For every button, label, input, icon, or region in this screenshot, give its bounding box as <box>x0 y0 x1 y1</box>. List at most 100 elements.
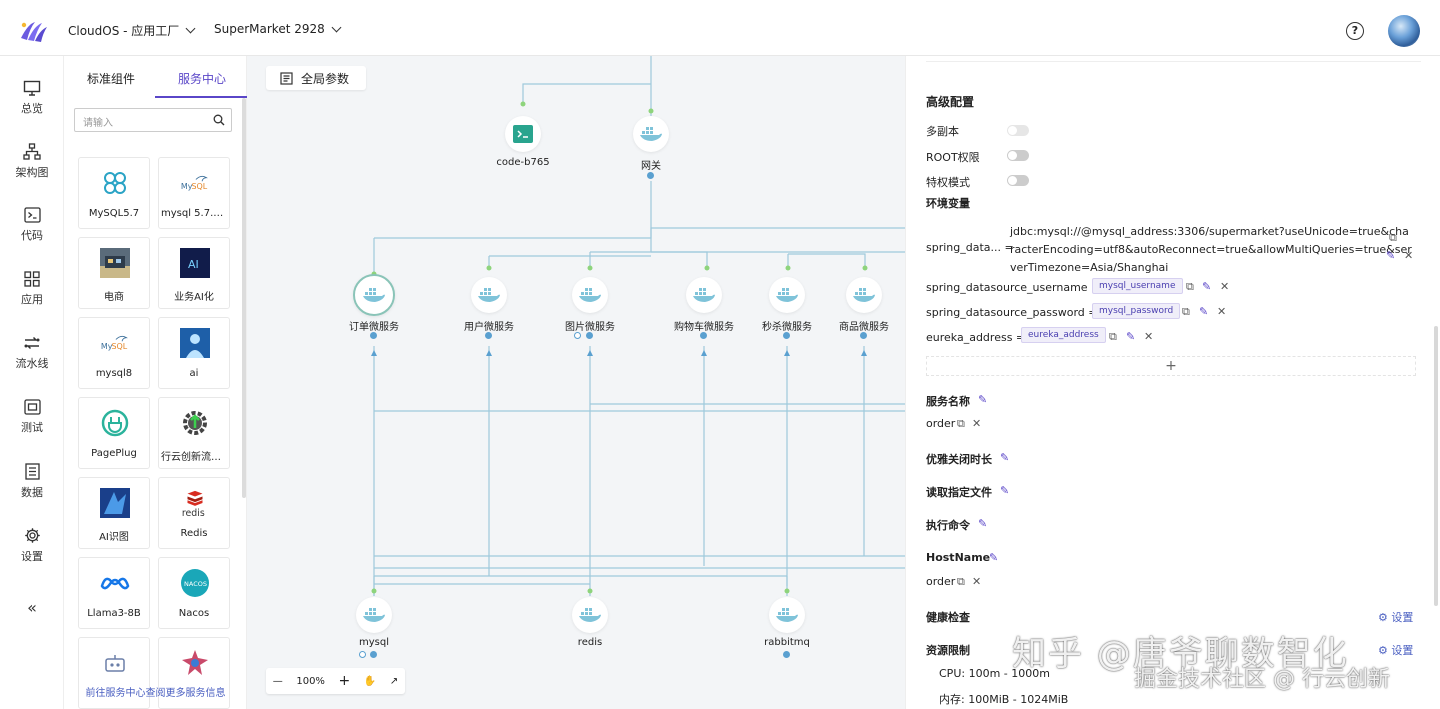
resource-settings-button[interactable]: ⚙ 设置 <box>1378 642 1413 658</box>
service-name-title: 服务名称 <box>926 395 970 408</box>
health-check-settings-button[interactable]: ⚙ 设置 <box>1378 609 1413 625</box>
collapse-icon[interactable]: « <box>0 598 64 617</box>
edit-icon[interactable]: ✎ <box>1199 305 1208 318</box>
draw-path-icon[interactable]: ↗ <box>390 676 398 687</box>
nav-item-data[interactable]: 数据 <box>0 463 64 500</box>
config-scrollbar[interactable] <box>1434 326 1438 606</box>
monitor-icon <box>23 80 41 96</box>
zoom-out-icon[interactable]: — <box>273 676 283 687</box>
service-card-llama[interactable]: Llama3-8B <box>78 557 150 629</box>
node-code[interactable] <box>505 116 541 152</box>
service-card-nacos[interactable]: NACOS Nacos <box>158 557 230 629</box>
zoom-in-icon[interactable]: + <box>339 673 351 689</box>
port-dot[interactable] <box>574 332 581 339</box>
copy-icon[interactable]: ⧉ <box>957 417 965 431</box>
edit-icon[interactable]: ✎ <box>978 517 987 530</box>
panel-scrollbar[interactable] <box>242 98 246 498</box>
docker-icon <box>640 127 662 141</box>
nav-item-apps[interactable]: 应用 <box>0 271 64 307</box>
card-label: ai <box>189 368 199 379</box>
nav-item-overview[interactable]: 总览 <box>0 80 64 116</box>
service-card-mysql8[interactable]: My SQL mysql8 <box>78 317 150 389</box>
search-input[interactable]: 请输入 <box>74 108 232 132</box>
edit-icon[interactable]: ✎ <box>1202 280 1211 293</box>
hand-icon[interactable]: ✋ <box>364 676 376 687</box>
port-dot[interactable] <box>586 332 593 339</box>
multi-replica-toggle[interactable] <box>1007 125 1029 136</box>
service-card-mysql5729[interactable]: MySQL mysql 5.7.29 ... <box>158 157 230 229</box>
close-icon[interactable]: ✕ <box>1220 280 1229 293</box>
project-dropdown[interactable]: SuperMarket 2928 <box>214 22 342 36</box>
nav-item-pipeline[interactable]: 流水线 <box>0 335 64 371</box>
port-dot[interactable] <box>647 172 654 179</box>
node-redis[interactable] <box>572 597 608 633</box>
root-permission-toggle[interactable] <box>1007 150 1029 161</box>
service-card-ai-vision[interactable]: AI识图 <box>78 477 150 549</box>
copy-icon[interactable]: ⧉ <box>1186 280 1194 294</box>
node-gateway[interactable] <box>633 116 669 152</box>
ai-icon: AI <box>180 248 210 278</box>
logo-icon[interactable] <box>18 18 48 44</box>
node-user-service[interactable] <box>471 277 507 313</box>
node-mysql[interactable] <box>356 597 392 633</box>
edit-icon[interactable]: ✎ <box>1126 330 1135 343</box>
service-card-ecommerce[interactable]: 电商 <box>78 237 150 309</box>
close-icon[interactable]: ✕ <box>1217 305 1226 318</box>
node-rabbitmq[interactable] <box>769 597 805 633</box>
nav-item-code[interactable]: 代码 <box>0 207 64 243</box>
port-dot[interactable] <box>783 651 790 658</box>
close-icon[interactable]: ✕ <box>1144 330 1153 343</box>
add-env-button[interactable]: + <box>926 356 1416 376</box>
edit-icon[interactable]: ✎ <box>978 393 987 406</box>
close-icon[interactable]: ✕ <box>972 417 981 430</box>
port-dot[interactable] <box>370 651 377 658</box>
service-card-pageplug[interactable]: PagePlug <box>78 397 150 469</box>
port-dot[interactable] <box>783 332 790 339</box>
close-icon[interactable]: ✕ <box>1404 249 1413 262</box>
card-label: Nacos <box>178 608 210 619</box>
privileged-mode-toggle[interactable] <box>1007 175 1029 186</box>
card-label: mysql 5.7.29 ... <box>161 208 227 219</box>
port-dot[interactable] <box>485 332 492 339</box>
architecture-canvas[interactable]: 全局参数 code-b765 网关 订单微服务 用户微服务 图片微服务 购物车微… <box>247 56 905 709</box>
nav-item-test[interactable]: 测试 <box>0 399 64 435</box>
service-card-ai[interactable]: ai <box>158 317 230 389</box>
nav-item-settings[interactable]: 设置 <box>0 527 64 564</box>
tab-service-center[interactable]: 服务中心 <box>178 70 226 87</box>
nav-item-architecture[interactable]: 架构图 <box>0 143 64 180</box>
port-dot[interactable] <box>860 332 867 339</box>
copy-icon[interactable]: ⧉ <box>1389 231 1397 245</box>
edit-icon[interactable]: ✎ <box>1386 249 1395 262</box>
copy-icon[interactable]: ⧉ <box>1182 305 1190 319</box>
node-cart-service[interactable] <box>686 277 722 313</box>
node-product-service[interactable] <box>846 277 882 313</box>
port-dot[interactable] <box>359 651 366 658</box>
node-seckill-service[interactable] <box>769 277 805 313</box>
env-value[interactable]: jdbc:mysql://@mysql_address:3306/superma… <box>1010 223 1412 277</box>
copy-icon[interactable]: ⧉ <box>1109 330 1117 344</box>
pipeline-icon <box>24 336 40 350</box>
edit-icon[interactable]: ✎ <box>1000 484 1009 497</box>
global-params-button[interactable]: 全局参数 <box>266 66 366 90</box>
service-card-process[interactable]: 行云创新流程... <box>158 397 230 469</box>
service-card-redis[interactable]: redis Redis <box>158 477 230 549</box>
edit-icon[interactable]: ✎ <box>1000 451 1009 464</box>
search-icon[interactable] <box>213 114 225 126</box>
zoom-level: 100% <box>296 675 325 687</box>
app-dropdown[interactable]: CloudOS - 应用工厂 <box>68 22 196 39</box>
service-card-business-ai[interactable]: AI 业务AI化 <box>158 237 230 309</box>
service-center-link[interactable]: 前往服务中心查阅更多服务信息 <box>64 684 247 699</box>
port-dot[interactable] <box>700 332 707 339</box>
node-image-service[interactable] <box>572 277 608 313</box>
port-dot[interactable] <box>370 332 377 339</box>
tab-standard-components[interactable]: 标准组件 <box>87 70 135 87</box>
help-icon[interactable]: ? <box>1346 22 1364 40</box>
close-icon[interactable]: ✕ <box>972 575 981 588</box>
node-order-service[interactable] <box>353 274 395 316</box>
edit-icon[interactable]: ✎ <box>989 551 998 564</box>
avatar[interactable] <box>1388 15 1420 47</box>
exec-command-title: 执行命令 <box>926 519 970 532</box>
copy-icon[interactable]: ⧉ <box>957 575 965 589</box>
gear-icon <box>24 528 40 543</box>
service-card-mysql57[interactable]: MySQL5.7 <box>78 157 150 229</box>
